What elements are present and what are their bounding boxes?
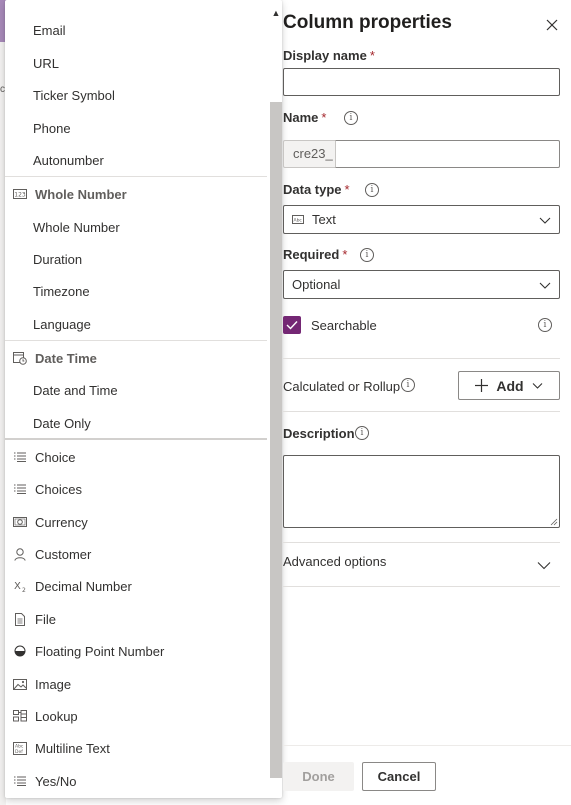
subscript-x-icon: X2 [12, 578, 28, 594]
description-textarea[interactable] [283, 455, 560, 528]
scroll-up-arrow-icon[interactable]: ▲ [271, 8, 281, 18]
option-divider [5, 340, 267, 341]
name-input[interactable] [335, 140, 560, 168]
info-icon[interactable]: i [360, 248, 374, 262]
section-divider [283, 586, 560, 587]
file-icon [12, 611, 28, 627]
description-label: Description [283, 426, 355, 441]
svg-text:Abc: Abc [294, 218, 303, 224]
data-type-label: Data type * [283, 182, 350, 197]
multiline-text-icon: Abc Def [12, 740, 28, 756]
info-icon[interactable]: i [355, 426, 369, 440]
required-marker: * [369, 48, 375, 63]
option-timezone[interactable]: Timezone [5, 275, 267, 307]
option-choice[interactable]: Choice [5, 441, 267, 473]
panel-title: Column properties [283, 12, 452, 33]
list-icon [12, 773, 28, 789]
checkmark-icon [286, 321, 298, 330]
text-type-icon: Abc [292, 215, 304, 224]
group-header-whole-number[interactable]: 123 Whole Number [5, 178, 267, 210]
name-label: Name * [283, 110, 327, 125]
option-date-and-time[interactable]: Date and Time [5, 374, 267, 406]
option-decimal-number[interactable]: X2 Decimal Number [5, 570, 267, 602]
required-select[interactable]: Optional [283, 270, 560, 299]
option-url[interactable]: URL [5, 47, 267, 79]
resize-handle-icon[interactable] [550, 518, 558, 526]
chevron-down-icon [539, 214, 551, 226]
info-icon[interactable]: i [538, 318, 552, 332]
option-phone[interactable]: Phone [5, 112, 267, 144]
option-yes-no[interactable]: Yes/No [5, 765, 267, 797]
image-icon [12, 676, 28, 692]
cancel-button[interactable]: Cancel [362, 762, 436, 791]
option-language[interactable]: Language [5, 308, 267, 340]
option-divider [5, 176, 267, 177]
option-floating-point-number[interactable]: Floating Point Number [5, 635, 267, 667]
list-icon [12, 449, 28, 465]
whole-number-icon: 123 [12, 186, 28, 202]
svg-text:Def: Def [15, 749, 23, 755]
option-image[interactable]: Image [5, 668, 267, 700]
info-icon[interactable]: i [401, 378, 415, 392]
svg-text:X: X [14, 581, 21, 592]
lookup-icon [12, 708, 28, 724]
option-duration[interactable]: Duration [5, 243, 267, 275]
svg-text:123: 123 [14, 192, 26, 199]
chevron-down-icon [539, 279, 551, 291]
name-prefix: cre23_ [283, 140, 335, 168]
group-divider [5, 438, 267, 440]
group-header-date-time[interactable]: Date Time [5, 342, 267, 374]
add-button[interactable]: Add [458, 371, 560, 400]
required-marker: * [344, 182, 350, 197]
person-icon [12, 546, 28, 562]
searchable-checkbox[interactable] [283, 316, 301, 334]
option-customer[interactable]: Customer [5, 538, 267, 570]
list-icon [12, 481, 28, 497]
display-name-label: Display name * [283, 48, 375, 63]
option-ticker-symbol[interactable]: Ticker Symbol [5, 79, 267, 111]
option-autonumber[interactable]: Autonumber [5, 144, 267, 176]
svg-text:2: 2 [22, 587, 26, 592]
chevron-down-icon [532, 383, 542, 389]
section-divider [283, 358, 560, 359]
footer-divider [283, 745, 571, 746]
dropdown-scrollbar[interactable]: ▲ [270, 6, 282, 792]
display-name-input[interactable] [283, 68, 560, 96]
close-icon[interactable] [545, 18, 559, 32]
data-type-value: Text [312, 212, 336, 227]
done-button[interactable]: Done [283, 762, 354, 791]
option-file[interactable]: File [5, 603, 267, 635]
plus-icon [475, 379, 489, 392]
option-multiline-text[interactable]: Abc Def Multiline Text [5, 732, 267, 764]
section-divider [283, 411, 560, 412]
required-marker: * [342, 247, 348, 262]
option-whole-number[interactable]: Whole Number [5, 211, 267, 243]
calculated-rollup-label: Calculated or Rollup [283, 379, 401, 394]
scrollbar-thumb[interactable] [270, 102, 282, 778]
option-email[interactable]: Email [5, 14, 267, 46]
data-type-select[interactable]: Abc Text [283, 205, 560, 234]
option-lookup[interactable]: Lookup [5, 700, 267, 732]
option-choices[interactable]: Choices [5, 473, 267, 505]
option-date-only[interactable]: Date Only [5, 407, 267, 439]
data-type-dropdown-list: Email URL Ticker Symbol Phone Autonumber… [5, 0, 282, 798]
searchable-label: Searchable [311, 318, 377, 333]
chevron-down-icon[interactable] [537, 558, 551, 572]
column-properties-panel: Column properties Display name * Name * i … [283, 0, 571, 805]
calendar-clock-icon [12, 350, 28, 366]
required-label: Required * [283, 247, 348, 262]
svg-text:Abc: Abc [15, 743, 24, 749]
info-icon[interactable]: i [344, 111, 358, 125]
section-divider [283, 542, 560, 543]
currency-icon [12, 514, 28, 530]
advanced-options-label[interactable]: Advanced options [283, 554, 386, 569]
required-value: Optional [292, 277, 341, 292]
required-marker: * [321, 110, 327, 125]
half-circle-icon [12, 643, 28, 659]
option-currency[interactable]: Currency [5, 506, 267, 538]
info-icon[interactable]: i [365, 183, 379, 197]
